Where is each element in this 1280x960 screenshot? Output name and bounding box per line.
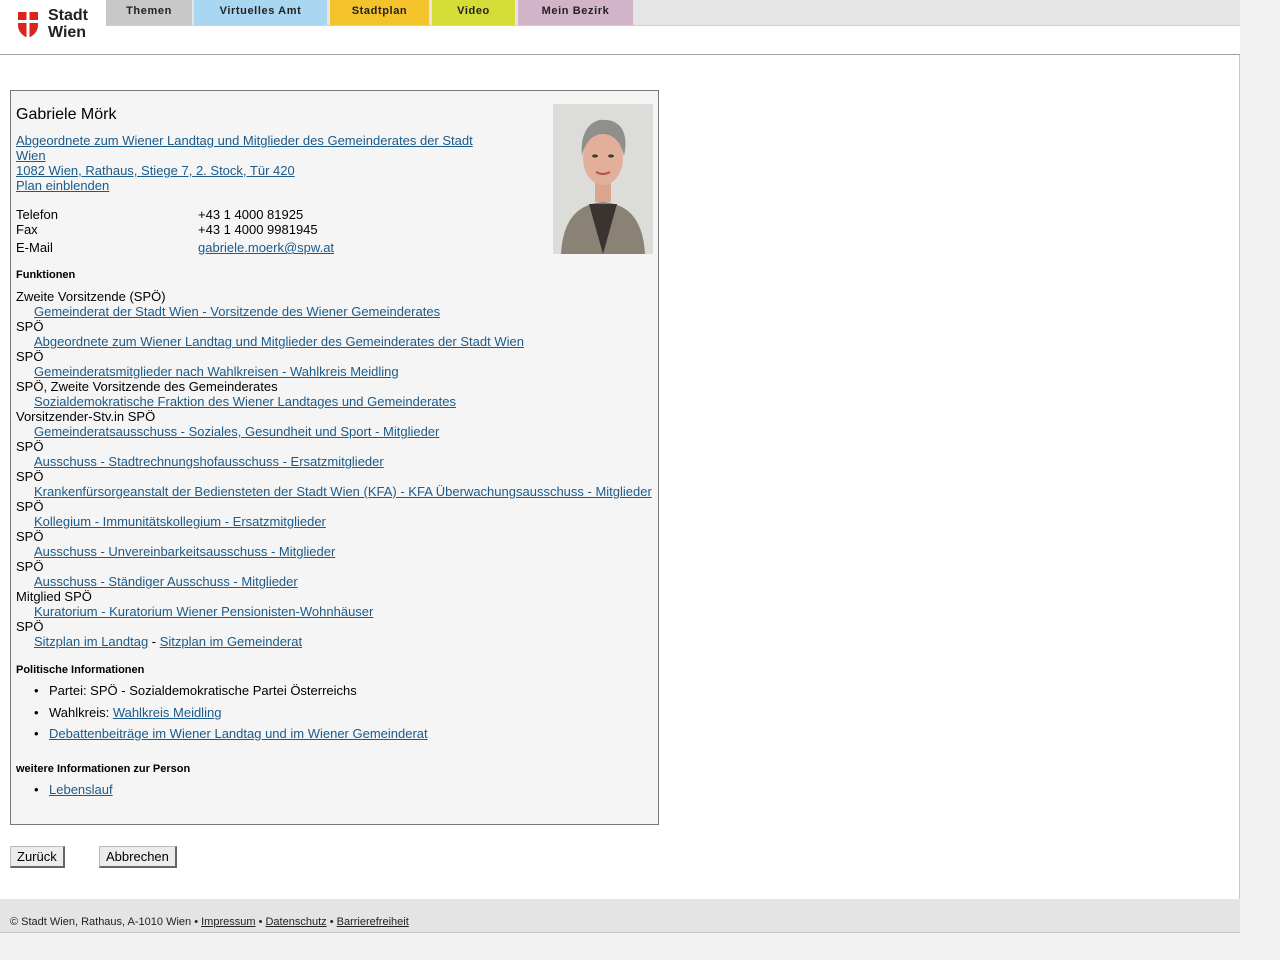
- seating-plan-separator: -: [148, 634, 160, 649]
- function-link[interactable]: Kuratorium - Kuratorium Wiener Pensionis…: [34, 604, 373, 619]
- functions-heading: Funktionen: [16, 269, 76, 281]
- address-link[interactable]: 1082 Wien, Rathaus, Stiege 7, 2. Stock, …: [16, 163, 295, 178]
- logo-text-stadt: Stadt: [48, 7, 88, 24]
- function-role: SPÖ: [16, 439, 44, 454]
- function-role: Mitglied SPÖ: [16, 589, 92, 604]
- footer-datenschutz-link[interactable]: Datenschutz: [265, 916, 326, 928]
- stadt-wien-logo[interactable]: Stadt Wien: [17, 7, 92, 43]
- fax-label: Fax: [16, 222, 38, 237]
- footer-copyright: © Stadt Wien, Rathaus, A-1010 Wien •: [10, 916, 202, 928]
- phone-value: +43 1 4000 81925: [198, 207, 304, 222]
- footer-barrierefreiheit-link[interactable]: Barrierefreiheit: [337, 916, 409, 928]
- tab-virtuelles-amt[interactable]: Virtuelles Amt: [194, 0, 327, 25]
- role-link-line-2[interactable]: Wien: [16, 148, 46, 163]
- footer-impressum-link[interactable]: Impressum: [201, 916, 255, 928]
- email-label: E-Mail: [16, 240, 53, 255]
- function-link[interactable]: Krankenfürsorgeanstalt der Bediensteten …: [34, 484, 652, 499]
- person-photo: [553, 104, 653, 254]
- function-link[interactable]: Ausschuss - Stadtrechnungshofausschuss -…: [34, 454, 384, 469]
- main-navigation: Themen Virtuelles Amt Stadtplan Video Me…: [106, 0, 1240, 26]
- footer-separator: •: [326, 916, 337, 928]
- function-link[interactable]: Ausschuss - Unvereinbarkeitsausschuss - …: [34, 544, 335, 559]
- function-link[interactable]: Ausschuss - Ständiger Ausschuss - Mitgli…: [34, 574, 298, 589]
- function-role: SPÖ, Zweite Vorsitzende des Gemeinderate…: [16, 379, 278, 394]
- function-role: SPÖ: [16, 349, 44, 364]
- tab-stadtplan[interactable]: Stadtplan: [330, 0, 429, 25]
- function-link[interactable]: Sozialdemokratische Fraktion des Wiener …: [34, 394, 456, 409]
- site-footer: © Stadt Wien, Rathaus, A-1010 Wien • Imp…: [0, 899, 1240, 933]
- function-role: Vorsitzender-Stv.in SPÖ: [16, 409, 156, 424]
- person-name: Gabriele Mörk: [16, 106, 117, 123]
- site-header: Stadt Wien Themen Virtuelles Amt Stadtpl…: [0, 0, 1240, 55]
- debates-link[interactable]: Debattenbeiträge im Wiener Landtag und i…: [49, 726, 428, 741]
- function-link[interactable]: Gemeinderatsmitglieder nach Wahlkreisen …: [34, 364, 399, 379]
- debates-item: Debattenbeiträge im Wiener Landtag und i…: [34, 726, 428, 741]
- portrait-image: [553, 104, 653, 254]
- function-link[interactable]: Kollegium - Immunitätskollegium - Ersatz…: [34, 514, 326, 529]
- more-info-heading: weitere Informationen zur Person: [16, 763, 191, 775]
- district-link[interactable]: Wahlkreis Meidling: [113, 705, 222, 720]
- tab-mein-bezirk[interactable]: Mein Bezirk: [518, 0, 633, 25]
- function-role: SPÖ: [16, 619, 44, 634]
- role-link-line-1[interactable]: Abgeordnete zum Wiener Landtag und Mitgl…: [16, 133, 473, 148]
- page-background: [0, 933, 1240, 960]
- cv-link[interactable]: Lebenslauf: [49, 782, 113, 797]
- tab-video[interactable]: Video: [432, 0, 515, 25]
- function-role: Zweite Vorsitzende (SPÖ): [16, 289, 166, 304]
- cv-item: Lebenslauf: [34, 782, 113, 797]
- plan-toggle-link[interactable]: Plan einblenden: [16, 178, 109, 193]
- phone-label: Telefon: [16, 207, 58, 222]
- function-role: SPÖ: [16, 319, 44, 334]
- tab-themen[interactable]: Themen: [106, 0, 192, 25]
- back-button[interactable]: Zurück: [10, 846, 65, 868]
- cancel-button[interactable]: Abbrechen: [99, 846, 177, 868]
- district-info: Wahlkreis: Wahlkreis Meidling: [34, 705, 222, 720]
- fax-value: +43 1 4000 9981945: [198, 222, 318, 237]
- seating-plan-gemeinderat-link[interactable]: Sitzplan im Gemeinderat: [160, 634, 302, 649]
- person-card: Gabriele Mörk Abgeordnete zum Wiener Lan…: [10, 90, 659, 825]
- function-link[interactable]: Gemeinderat der Stadt Wien - Vorsitzende…: [34, 304, 440, 319]
- political-info-heading: Politische Informationen: [16, 664, 145, 676]
- seating-plan-links: Sitzplan im Landtag - Sitzplan im Gemein…: [34, 634, 302, 649]
- function-role: SPÖ: [16, 499, 44, 514]
- logo-text-wien: Wien: [48, 24, 87, 41]
- function-link[interactable]: Gemeinderatsausschuss - Soziales, Gesund…: [34, 424, 439, 439]
- party-info: Partei: SPÖ - Sozialdemokratische Partei…: [34, 683, 357, 698]
- function-link[interactable]: Abgeordnete zum Wiener Landtag und Mitgl…: [34, 334, 524, 349]
- function-role: SPÖ: [16, 469, 44, 484]
- footer-separator: •: [255, 916, 266, 928]
- seating-plan-landtag-link[interactable]: Sitzplan im Landtag: [34, 634, 148, 649]
- vienna-shield-icon: [18, 12, 38, 38]
- function-role: SPÖ: [16, 529, 44, 544]
- email-link[interactable]: gabriele.moerk@spw.at: [198, 240, 334, 255]
- district-label: Wahlkreis:: [49, 705, 113, 720]
- function-role: SPÖ: [16, 559, 44, 574]
